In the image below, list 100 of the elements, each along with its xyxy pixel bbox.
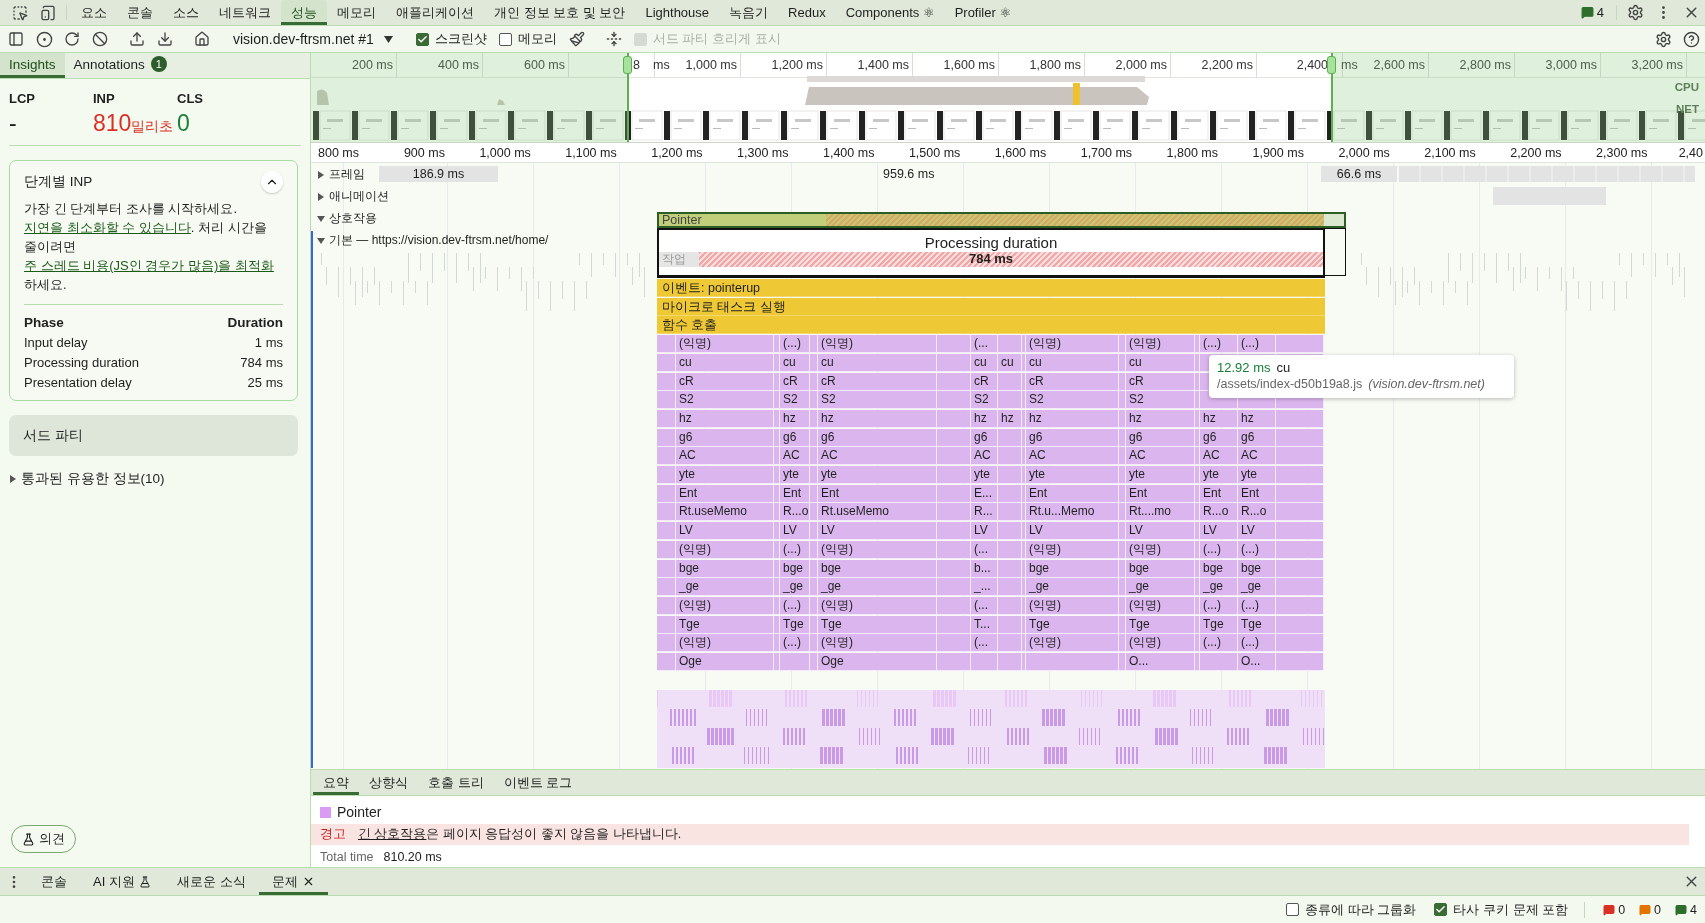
flame-chart-bar[interactable] bbox=[1022, 335, 1026, 354]
flame-chart-bar[interactable]: (...) bbox=[1238, 596, 1276, 615]
flame-chart-bar[interactable]: Ent bbox=[780, 484, 810, 503]
flame-chart-bar[interactable]: T... bbox=[971, 615, 998, 634]
warning-link[interactable]: 긴 상호작용 bbox=[358, 827, 427, 841]
flame-chart-bar[interactable] bbox=[1119, 615, 1126, 634]
flame-chart-bar[interactable] bbox=[657, 447, 676, 466]
flame-chart-bar[interactable] bbox=[657, 353, 676, 372]
panel-tab[interactable]: 네트워크 bbox=[209, 0, 281, 25]
flame-chart-bar[interactable] bbox=[1195, 653, 1200, 671]
flame-chart-bar[interactable] bbox=[998, 466, 1022, 484]
flame-chart-bar[interactable]: 이벤트: pointerup bbox=[657, 279, 1325, 297]
panel-tab[interactable]: 메모리 bbox=[327, 0, 386, 25]
flame-chart-bar[interactable] bbox=[774, 372, 780, 391]
flame-chart-bar[interactable]: R...o bbox=[1238, 503, 1276, 522]
flame-chart-bar[interactable] bbox=[1195, 335, 1200, 354]
flame-chart-bar[interactable] bbox=[1195, 596, 1200, 615]
flame-chart-bar[interactable]: hz bbox=[1026, 409, 1119, 428]
flame-chart-bar[interactable]: (익명) bbox=[676, 634, 774, 653]
flame-chart-bar[interactable]: S2 bbox=[1126, 391, 1195, 410]
track-header[interactable]: 상호작용 bbox=[317, 210, 377, 227]
flame-chart-bar[interactable]: cu bbox=[818, 353, 937, 372]
flame-chart-bar[interactable]: AC bbox=[1200, 447, 1238, 466]
flame-chart-bar[interactable] bbox=[1195, 409, 1200, 428]
flame-chart-bar[interactable] bbox=[1119, 503, 1126, 522]
panel-tab[interactable]: 콘솔 bbox=[117, 0, 163, 25]
panel-tab[interactable]: 요소 bbox=[71, 0, 117, 25]
flame-chart-bar[interactable] bbox=[810, 428, 818, 447]
flame-chart-bar[interactable]: Rt....mo bbox=[1126, 503, 1195, 522]
flame-chart-bar[interactable]: cu bbox=[780, 353, 810, 372]
flame-chart-bar[interactable] bbox=[1276, 447, 1324, 466]
flame-chart-bar[interactable]: yte bbox=[1238, 466, 1276, 484]
flame-chart-bar[interactable] bbox=[810, 596, 818, 615]
flame-chart-bar[interactable] bbox=[1276, 335, 1324, 354]
flame-chart-bar[interactable]: g6 bbox=[1026, 428, 1119, 447]
flame-chart-bar[interactable]: S2 bbox=[971, 391, 998, 410]
flame-chart-bar[interactable] bbox=[810, 503, 818, 522]
flame-chart-bar[interactable]: AC bbox=[1026, 447, 1119, 466]
flame-chart-bar[interactable]: Ent bbox=[818, 484, 937, 503]
flame-chart-bar[interactable]: (...) bbox=[1238, 335, 1276, 354]
flame-chart-bar[interactable]: g6 bbox=[818, 428, 937, 447]
flame-chart-bar[interactable] bbox=[971, 653, 998, 671]
flame-chart-bar[interactable]: Tge bbox=[1238, 615, 1276, 634]
warning-count[interactable]: 0 bbox=[1639, 902, 1662, 917]
flame-chart-bar[interactable] bbox=[1195, 447, 1200, 466]
flame-chart-bar[interactable] bbox=[937, 634, 971, 653]
flame-chart-bar[interactable]: 함수 호출 bbox=[657, 316, 1325, 335]
flame-chart-bar[interactable]: bge bbox=[1126, 559, 1195, 578]
flame-chart-bar[interactable]: (익명) bbox=[1026, 634, 1119, 653]
flame-chart-bar[interactable] bbox=[1022, 503, 1026, 522]
flame-chart-bar[interactable]: 마이크로 태스크 실행 bbox=[657, 297, 1325, 316]
flame-chart-bar[interactable]: LV bbox=[780, 522, 810, 541]
flame-chart-bar[interactable] bbox=[1022, 466, 1026, 484]
flame-chart-bar[interactable] bbox=[657, 372, 676, 391]
flame-chart-bar[interactable] bbox=[1119, 540, 1126, 559]
flame-chart-bar[interactable]: yte bbox=[1126, 466, 1195, 484]
flame-chart-bar[interactable] bbox=[810, 634, 818, 653]
flame-chart-bar[interactable] bbox=[1022, 353, 1026, 372]
flame-chart-bar[interactable]: E... bbox=[971, 484, 998, 503]
flame-chart-bar[interactable] bbox=[810, 409, 818, 428]
flame-chart-bar[interactable]: Rt.useMemo bbox=[818, 503, 937, 522]
flame-chart-bar[interactable] bbox=[1195, 484, 1200, 503]
flame-chart-bar[interactable] bbox=[937, 391, 971, 410]
panel-tab[interactable]: 개인 정보 보호 및 보안 bbox=[484, 0, 636, 25]
flame-chart-bar[interactable] bbox=[998, 372, 1022, 391]
flame-chart-bar[interactable] bbox=[774, 578, 780, 597]
flame-chart-bar[interactable]: (익명) bbox=[676, 596, 774, 615]
flame-chart-bar[interactable] bbox=[1119, 372, 1126, 391]
flame-chart-bar[interactable]: cR bbox=[971, 372, 998, 391]
flame-chart-bar[interactable]: (...) bbox=[780, 596, 810, 615]
panel-tab[interactable]: 녹음기 bbox=[719, 0, 779, 25]
flame-chart-bar[interactable]: Oge bbox=[818, 653, 937, 671]
flame-chart-bar[interactable] bbox=[657, 335, 676, 354]
flame-chart-bar[interactable]: (익명) bbox=[676, 540, 774, 559]
flame-chart-bar[interactable]: S2 bbox=[780, 391, 810, 410]
flame-chart-bar[interactable] bbox=[1276, 540, 1324, 559]
flame-chart-bar[interactable] bbox=[657, 484, 676, 503]
flame-chart-bar[interactable]: cu bbox=[1126, 353, 1195, 372]
flame-chart-bar[interactable]: cu bbox=[971, 353, 998, 372]
flame-chart-bar[interactable] bbox=[1276, 615, 1324, 634]
flame-chart-bar[interactable]: g6 bbox=[1238, 428, 1276, 447]
flame-chart-bar[interactable] bbox=[937, 653, 971, 671]
flame-chart-bar[interactable] bbox=[657, 522, 676, 541]
flame-chart-bar[interactable] bbox=[1276, 634, 1324, 653]
flame-chart-bar[interactable]: (... bbox=[971, 634, 998, 653]
flame-chart-bar[interactable] bbox=[810, 540, 818, 559]
flame-chart-bar[interactable]: g6 bbox=[780, 428, 810, 447]
panel-tab[interactable]: 애플리케이션 bbox=[386, 0, 484, 25]
flame-chart-bar[interactable]: LV bbox=[818, 522, 937, 541]
flame-chart-bar[interactable]: _ge bbox=[676, 578, 774, 597]
flame-chart-bar[interactable]: bge bbox=[1200, 559, 1238, 578]
flame-chart-bar[interactable]: g6 bbox=[971, 428, 998, 447]
flame-chart-bar[interactable] bbox=[810, 653, 818, 671]
insight-link[interactable]: 주 스레드 비용(JS인 경우가 많음)을 최적화 bbox=[24, 258, 274, 273]
flame-chart-bar[interactable] bbox=[937, 540, 971, 559]
flame-chart-bar[interactable] bbox=[774, 540, 780, 559]
flame-chart-bar[interactable]: Tge bbox=[676, 615, 774, 634]
flame-chart-bar[interactable]: LV bbox=[1238, 522, 1276, 541]
track-header[interactable]: 기본 — https://vision.dev-ftrsm.net/home/ bbox=[317, 232, 549, 249]
flame-chart-bar[interactable] bbox=[774, 409, 780, 428]
